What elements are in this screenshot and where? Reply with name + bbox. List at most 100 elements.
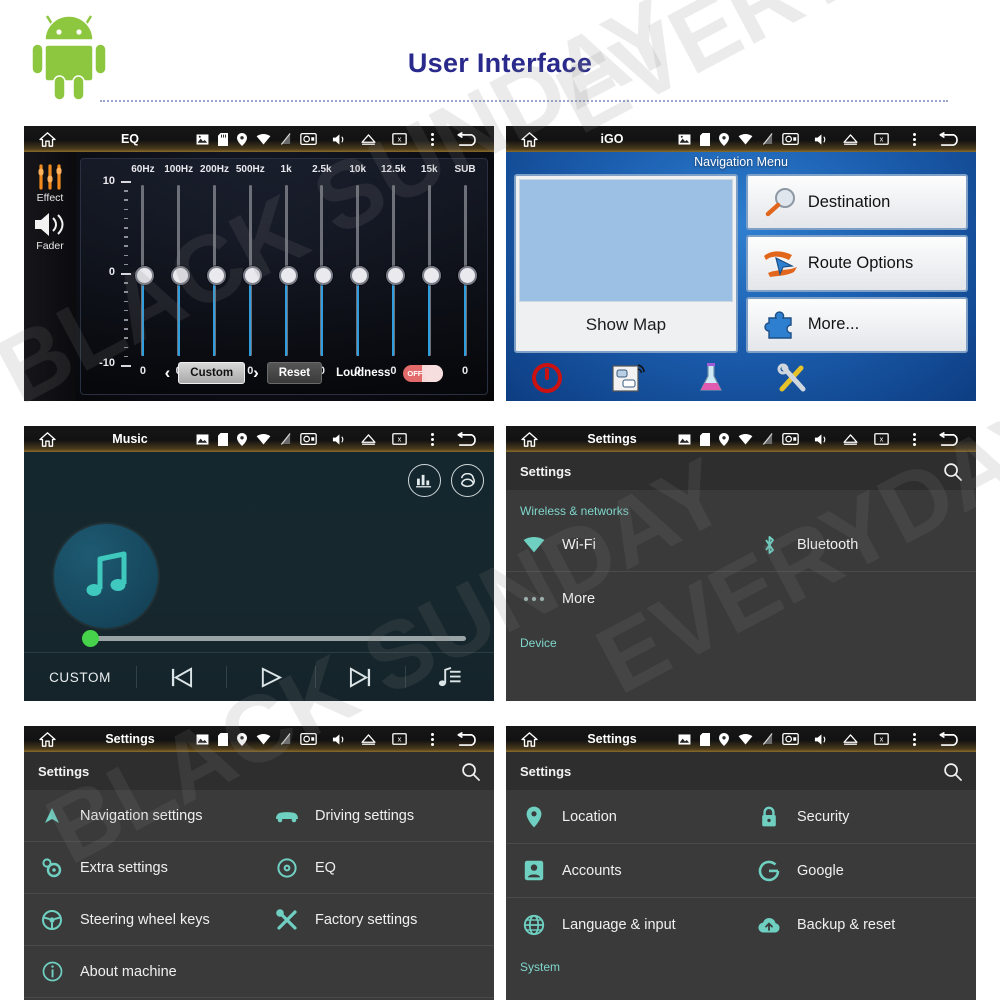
mute-volume-icon[interactable] xyxy=(332,433,345,446)
slider-knob[interactable] xyxy=(135,266,155,285)
search-icon[interactable] xyxy=(943,462,962,481)
home-icon[interactable] xyxy=(24,431,70,447)
album-art[interactable] xyxy=(54,524,158,628)
home-icon[interactable] xyxy=(506,131,552,147)
overflow-menu-icon[interactable] xyxy=(904,132,924,146)
settings-row-google[interactable]: Google xyxy=(741,844,976,898)
screen-off-icon[interactable]: x xyxy=(874,733,889,745)
slider-knob[interactable] xyxy=(206,266,226,285)
overflow-menu-icon[interactable] xyxy=(422,732,442,746)
back-icon[interactable] xyxy=(442,131,494,147)
more-button[interactable]: More... xyxy=(745,296,968,353)
slider-knob[interactable] xyxy=(171,266,191,285)
eq-band-slider[interactable] xyxy=(268,181,304,366)
mute-volume-icon[interactable] xyxy=(814,433,827,446)
settings-row-steering-wheel-keys[interactable]: Steering wheel keys xyxy=(24,894,259,946)
eq-band-slider[interactable] xyxy=(340,181,376,366)
eq-band-slider[interactable] xyxy=(125,181,161,366)
settings-row-more[interactable]: More xyxy=(506,572,741,626)
preset-button[interactable]: Custom xyxy=(178,362,246,384)
repeat-icon[interactable] xyxy=(451,464,484,497)
eq-sliders[interactable] xyxy=(125,181,483,366)
overflow-menu-icon[interactable] xyxy=(904,432,924,446)
eq-band-slider[interactable] xyxy=(232,181,268,366)
slider-knob[interactable] xyxy=(314,266,334,285)
seek-bar[interactable] xyxy=(82,630,466,647)
eq-band-slider[interactable] xyxy=(161,181,197,366)
overflow-menu-icon[interactable] xyxy=(422,432,442,446)
destination-button[interactable]: Destination xyxy=(745,174,968,231)
settings-row-location[interactable]: Location xyxy=(506,790,741,844)
screen-off-icon[interactable]: x xyxy=(392,733,407,745)
slider-knob[interactable] xyxy=(421,266,441,285)
search-icon[interactable] xyxy=(943,762,962,781)
eq-band-slider[interactable] xyxy=(447,181,483,366)
settings-row-driving-settings[interactable]: Driving settings xyxy=(259,790,494,842)
show-map-button[interactable]: Show Map xyxy=(514,174,738,353)
back-icon[interactable] xyxy=(442,431,494,447)
settings-row-accounts[interactable]: Accounts xyxy=(506,844,741,898)
screen-off-icon[interactable]: x xyxy=(392,433,407,445)
back-icon[interactable] xyxy=(924,731,976,747)
back-icon[interactable] xyxy=(924,431,976,447)
settings-row-about-machine[interactable]: About machine xyxy=(24,946,259,998)
home-icon[interactable] xyxy=(24,131,70,147)
home-icon[interactable] xyxy=(506,731,552,747)
mute-volume-icon[interactable] xyxy=(332,133,345,146)
slider-knob[interactable] xyxy=(278,266,298,285)
eject-icon[interactable] xyxy=(361,433,376,445)
sliders-icon[interactable] xyxy=(36,164,64,190)
eject-icon[interactable] xyxy=(361,733,376,745)
screen-off-icon[interactable]: x xyxy=(874,133,889,145)
tools-icon[interactable] xyxy=(752,363,834,393)
speaker-waves-icon[interactable] xyxy=(33,211,67,238)
overflow-menu-icon[interactable] xyxy=(422,132,442,146)
preset-prev-button[interactable]: ‹ xyxy=(165,363,171,383)
mute-volume-icon[interactable] xyxy=(814,133,827,146)
slider-knob[interactable] xyxy=(242,266,262,285)
playlist-icon[interactable] xyxy=(406,666,495,689)
mute-volume-icon[interactable] xyxy=(332,733,345,746)
settings-row-backup-reset[interactable]: Backup & reset xyxy=(741,898,976,952)
back-icon[interactable] xyxy=(442,731,494,747)
traffic-tmc-icon[interactable] xyxy=(588,363,670,393)
play-button[interactable] xyxy=(227,666,316,689)
home-icon[interactable] xyxy=(506,431,552,447)
playback-mode-label[interactable]: CUSTOM xyxy=(24,670,136,685)
settings-row-security[interactable]: Security xyxy=(741,790,976,844)
equalizer-icon[interactable] xyxy=(408,464,441,497)
eq-band-slider[interactable] xyxy=(197,181,233,366)
settings-row-factory-settings[interactable]: Factory settings xyxy=(259,894,494,946)
slider-knob[interactable] xyxy=(350,266,370,285)
next-button[interactable] xyxy=(316,666,405,689)
settings-row-language-input[interactable]: Language & input xyxy=(506,898,741,952)
settings-row-navigation-settings[interactable]: Navigation settings xyxy=(24,790,259,842)
settings-row-eq[interactable]: EQ xyxy=(259,842,494,894)
power-icon[interactable] xyxy=(506,363,588,393)
slider-knob[interactable] xyxy=(457,266,477,285)
eject-icon[interactable] xyxy=(843,733,858,745)
eject-icon[interactable] xyxy=(843,433,858,445)
search-icon[interactable] xyxy=(461,762,480,781)
eq-band-slider[interactable] xyxy=(376,181,412,366)
back-icon[interactable] xyxy=(924,131,976,147)
eq-band-slider[interactable] xyxy=(411,181,447,366)
map-preview[interactable] xyxy=(519,179,733,302)
settings-row-bluetooth[interactable]: Bluetooth xyxy=(741,518,976,572)
reset-button[interactable]: Reset xyxy=(266,362,323,384)
eject-icon[interactable] xyxy=(843,133,858,145)
eq-band-slider[interactable] xyxy=(304,181,340,366)
preset-next-button[interactable]: › xyxy=(253,363,259,383)
settings-row-extra-settings[interactable]: Extra settings xyxy=(24,842,259,894)
slider-knob[interactable] xyxy=(385,266,405,285)
settings-row-wifi[interactable]: Wi-Fi xyxy=(506,518,741,572)
screen-off-icon[interactable]: x xyxy=(392,133,407,145)
route-options-button[interactable]: Route Options xyxy=(745,235,968,292)
overflow-menu-icon[interactable] xyxy=(904,732,924,746)
loudness-toggle[interactable]: OFF xyxy=(403,364,444,382)
screen-off-icon[interactable]: x xyxy=(874,433,889,445)
seek-thumb[interactable] xyxy=(82,630,99,647)
beaker-icon[interactable] xyxy=(670,362,752,394)
home-icon[interactable] xyxy=(24,731,70,747)
previous-button[interactable] xyxy=(137,666,226,689)
